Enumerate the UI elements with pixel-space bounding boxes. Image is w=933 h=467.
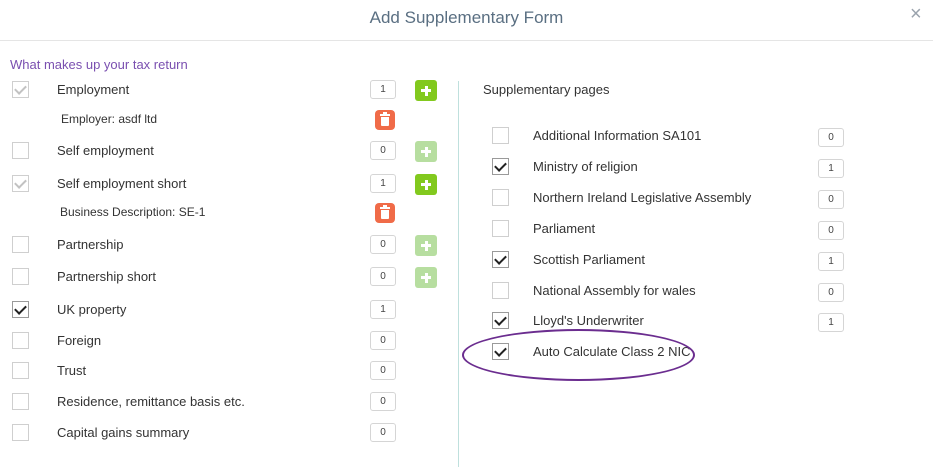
count-parliament: 0 <box>818 221 844 240</box>
delete-entry-button[interactable] <box>375 110 395 130</box>
dialog-header: Add Supplementary Form × <box>0 0 933 41</box>
right-section-title: Supplementary pages <box>483 82 610 97</box>
label-residence-remittance-basis-etc: Residence, remittance basis etc. <box>57 394 245 409</box>
count-trust: 0 <box>370 361 396 380</box>
checkbox-national-assembly-for-wales[interactable] <box>492 282 509 299</box>
add-self-employment-short-button[interactable] <box>415 174 437 195</box>
count-capital-gains-summary: 0 <box>370 423 396 442</box>
checkbox-partnership[interactable] <box>12 236 29 253</box>
count-additional-information-sa101: 0 <box>818 128 844 147</box>
close-icon[interactable]: × <box>910 3 922 26</box>
checkbox-parliament[interactable] <box>492 220 509 237</box>
trash-icon <box>380 111 390 126</box>
label-self-employment: Self employment <box>57 143 154 158</box>
label-self-employment-short: Self employment short <box>57 176 187 191</box>
count-partnership-short: 0 <box>370 267 396 286</box>
checkbox-scottish-parliament[interactable] <box>492 251 509 268</box>
checkbox-ministry-of-religion[interactable] <box>492 158 509 175</box>
checkbox-trust[interactable] <box>12 362 29 379</box>
count-lloyd-s-underwriter: 1 <box>818 313 844 332</box>
trash-icon <box>380 204 390 219</box>
label-additional-information-sa101: Additional Information SA101 <box>533 128 702 143</box>
label-capital-gains-summary: Capital gains summary <box>57 425 190 440</box>
checkbox-self-employment-short[interactable] <box>12 175 29 192</box>
count-northern-ireland-legislative-assembly: 0 <box>818 190 844 209</box>
add-partnership-button[interactable] <box>415 235 437 256</box>
column-divider <box>458 81 459 467</box>
label-national-assembly-for-wales: National Assembly for wales <box>533 283 696 298</box>
label-lloyd-s-underwriter: Lloyd's Underwriter <box>533 313 644 328</box>
add-self-employment-button[interactable] <box>415 141 437 162</box>
label-northern-ireland-legislative-assembly: Northern Ireland Legislative Assembly <box>533 190 752 205</box>
count-uk-property: 1 <box>370 300 396 319</box>
left-section-title: What makes up your tax return <box>10 57 188 72</box>
count-scottish-parliament: 1 <box>818 252 844 271</box>
label-scottish-parliament: Scottish Parliament <box>533 252 645 267</box>
count-self-employment: 0 <box>370 141 396 160</box>
checkbox-employment[interactable] <box>12 81 29 98</box>
checkbox-partnership-short[interactable] <box>12 268 29 285</box>
checkbox-additional-information-sa101[interactable] <box>492 127 509 144</box>
label-partnership-short: Partnership short <box>57 269 156 284</box>
count-foreign: 0 <box>370 331 396 350</box>
checkbox-uk-property[interactable] <box>12 301 29 318</box>
sub-entry-label: Employer: asdf ltd <box>61 112 158 126</box>
checkbox-capital-gains-summary[interactable] <box>12 424 29 441</box>
dialog-title: Add Supplementary Form <box>369 8 564 27</box>
count-ministry-of-religion: 1 <box>818 159 844 178</box>
checkbox-residence-remittance-basis-etc[interactable] <box>12 393 29 410</box>
label-employment: Employment <box>57 82 130 97</box>
count-residence-remittance-basis-etc: 0 <box>370 392 396 411</box>
count-self-employment-short: 1 <box>370 174 396 193</box>
count-employment: 1 <box>370 80 396 99</box>
delete-entry-button[interactable] <box>375 203 395 223</box>
label-foreign: Foreign <box>57 333 102 348</box>
sub-entry-label: Business Description: SE-1 <box>60 205 206 219</box>
label-trust: Trust <box>57 363 87 378</box>
checkbox-foreign[interactable] <box>12 332 29 349</box>
count-national-assembly-for-wales: 0 <box>818 283 844 302</box>
label-ministry-of-religion: Ministry of religion <box>533 159 638 174</box>
highlight-ellipse <box>462 329 695 381</box>
add-partnership-short-button[interactable] <box>415 267 437 288</box>
label-uk-property: UK property <box>57 302 127 317</box>
label-parliament: Parliament <box>533 221 596 236</box>
label-partnership: Partnership <box>57 237 124 252</box>
checkbox-northern-ireland-legislative-assembly[interactable] <box>492 189 509 206</box>
checkbox-self-employment[interactable] <box>12 142 29 159</box>
count-partnership: 0 <box>370 235 396 254</box>
add-employment-button[interactable] <box>415 80 437 101</box>
checkbox-lloyd-s-underwriter[interactable] <box>492 312 509 329</box>
